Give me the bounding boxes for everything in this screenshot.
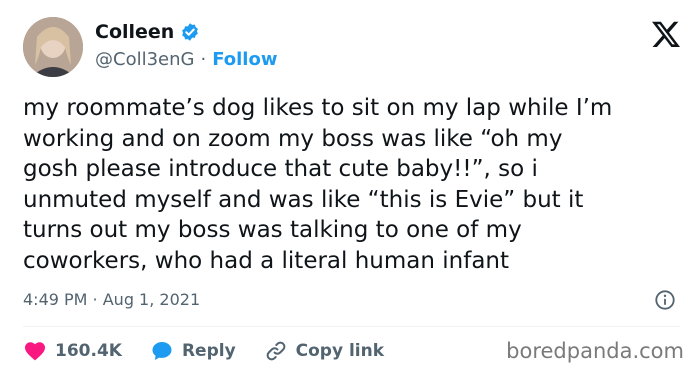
handle-separator: · [200,49,207,70]
divider [23,326,680,327]
handle-row: @Coll3enG · Follow [95,49,277,70]
display-name-row: Colleen [95,21,200,43]
reply-label: Reply [181,341,236,361]
heart-icon [25,342,45,361]
user-handle[interactable]: @Coll3enG [95,49,194,70]
info-icon[interactable] [654,289,676,311]
tweet-timestamp[interactable]: 4:49 PM · Aug 1, 2021 [23,290,200,309]
display-name[interactable]: Colleen [95,21,174,43]
like-button[interactable]: 160.4K [23,339,122,363]
watermark: boredpanda.com [506,339,684,363]
link-icon [266,341,286,361]
tweet-card: Colleen @Coll3enG · Follow my roommate’s… [0,0,700,379]
follow-button[interactable]: Follow [212,49,277,70]
copy-link-button[interactable]: Copy link [264,339,384,363]
x-logo-icon[interactable] [652,20,680,48]
copy-link-label: Copy link [295,341,385,361]
like-count: 160.4K [55,341,122,361]
reply-bubble-icon [152,342,172,360]
action-bar: 160.4K Reply Copy link [23,339,412,363]
reply-button[interactable]: Reply [150,339,236,363]
verified-badge-icon [182,23,199,41]
avatar-image [23,17,83,77]
tweet-text: my roommate’s dog likes to sit on my lap… [23,95,613,274]
avatar[interactable] [23,17,83,77]
